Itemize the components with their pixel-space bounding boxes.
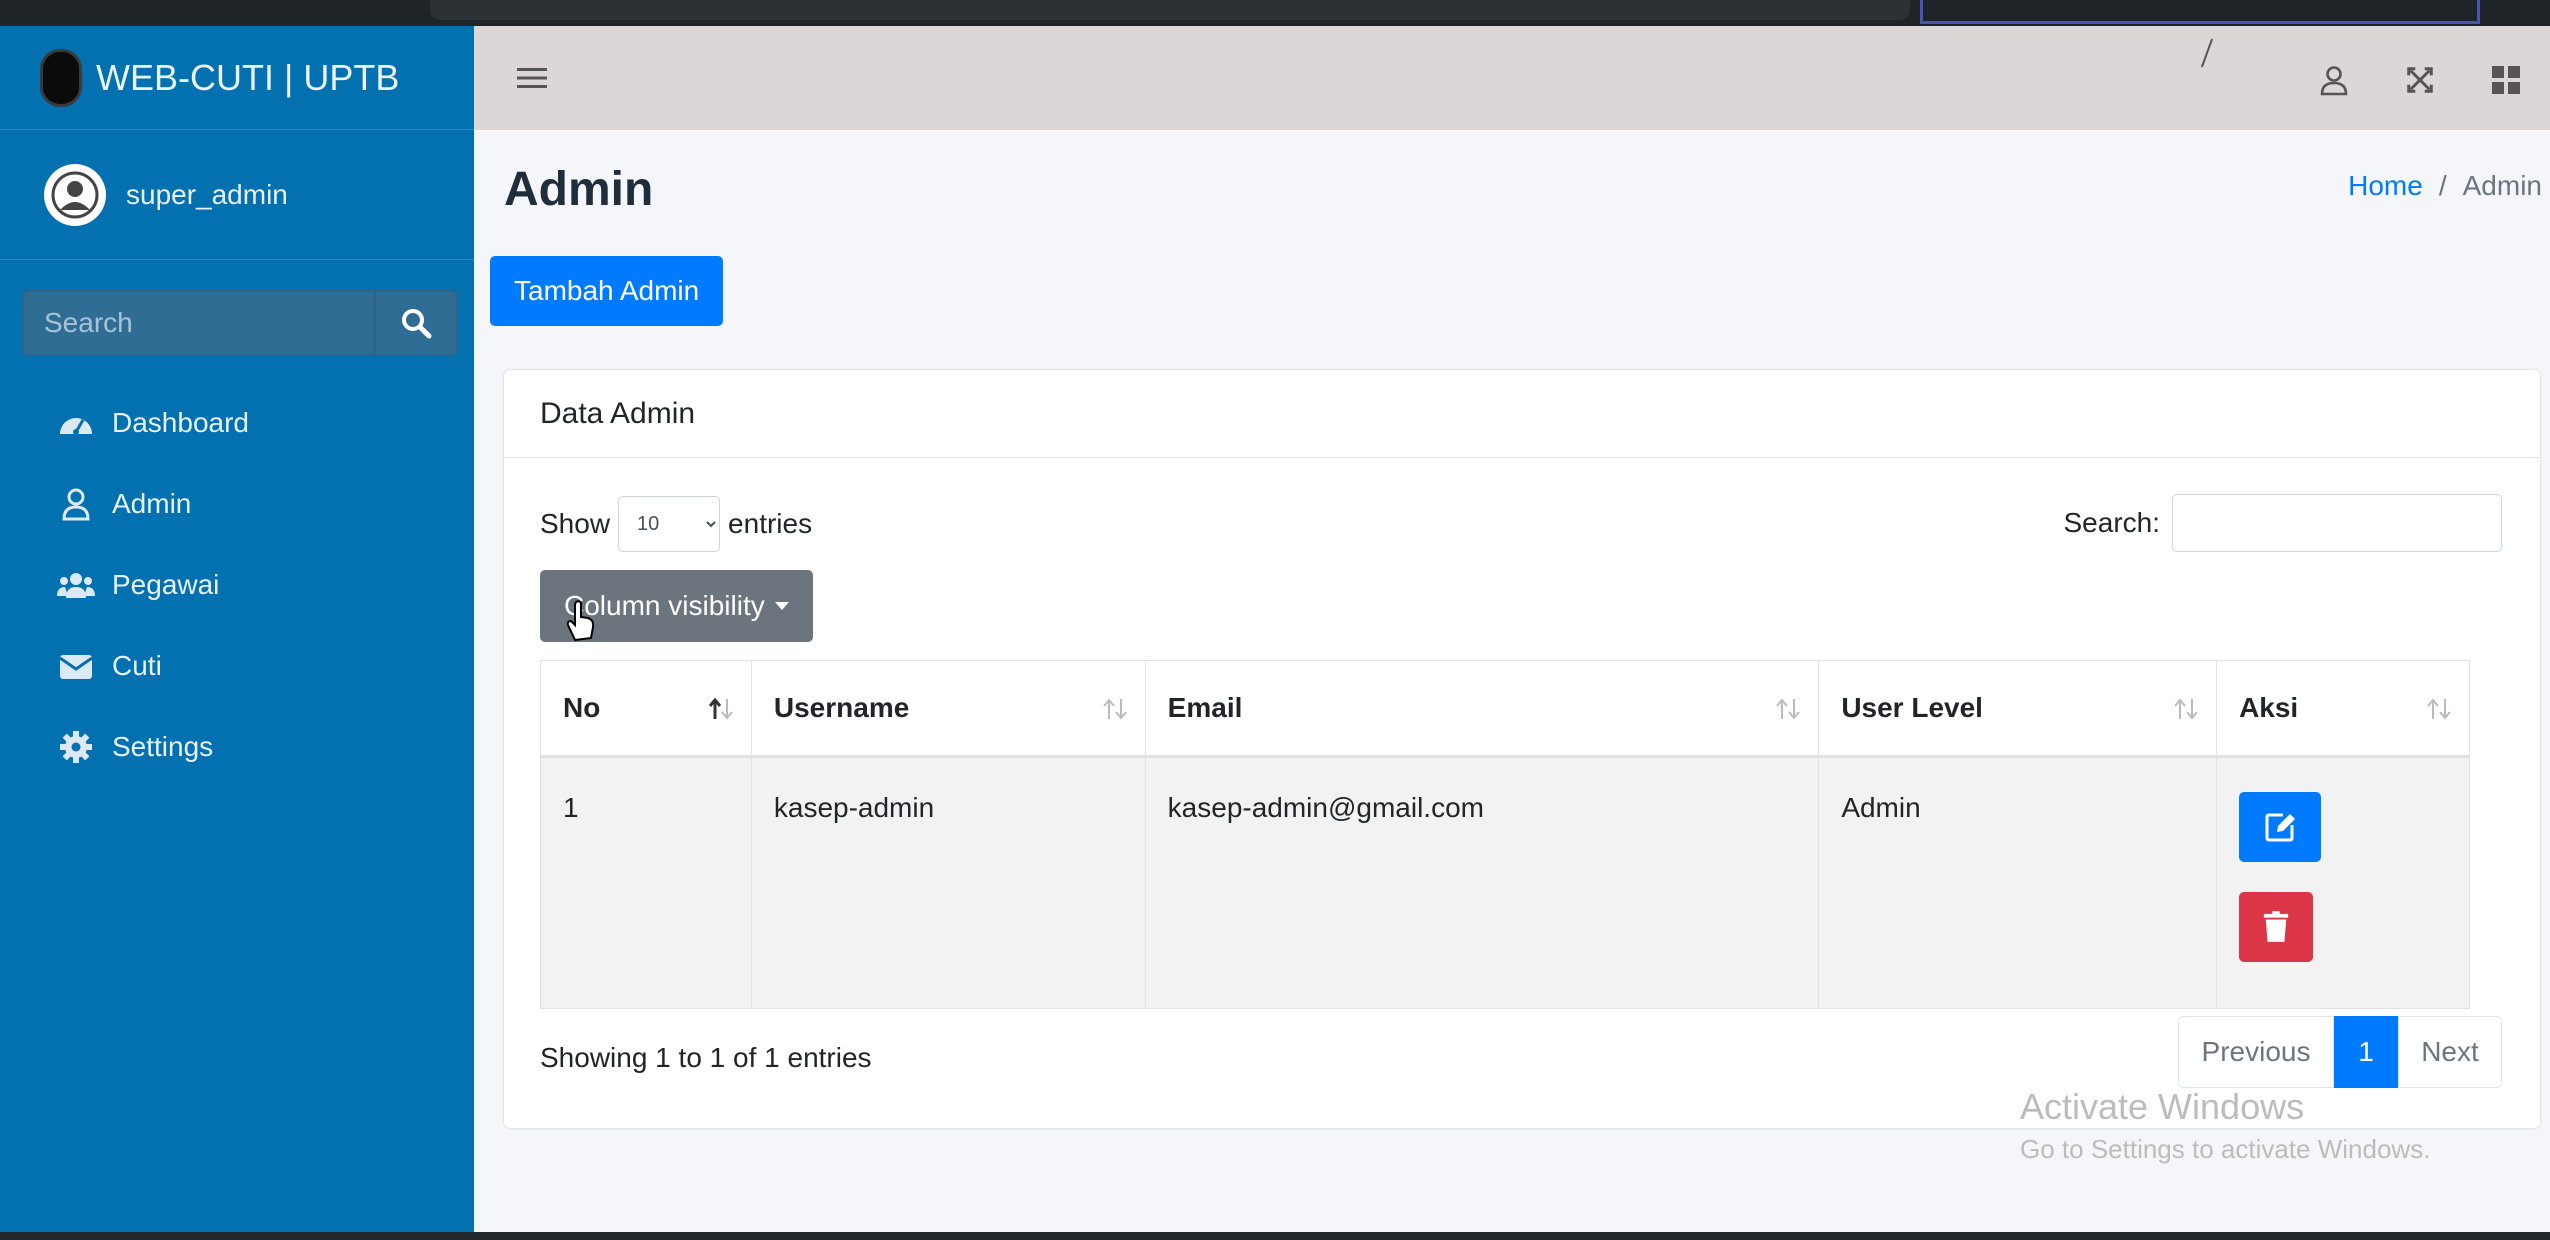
sidebar-search-button[interactable] [374,290,458,356]
brand-logo [40,48,82,107]
column-header-email[interactable]: Email [1144,660,1820,758]
search-icon [402,309,432,339]
sidebar-item-cuti[interactable]: Cuti [0,625,474,706]
brand-link[interactable]: WEB-CUTI | UPTB [0,26,474,130]
breadcrumb: Home / Admin [2348,170,2542,202]
sidebar-search [22,290,458,356]
pagination-previous[interactable]: Previous [2178,1016,2334,1088]
user-icon [62,488,90,520]
tachometer-icon [60,417,92,435]
sidebar-nav: Dashboard Admin Pegawai Cuti Settings [0,382,474,787]
pagination: Previous 1 Next [2178,1016,2502,1088]
breadcrumb-separator: / [2438,170,2447,201]
trash-icon [2263,911,2289,942]
sidebar-item-label: Admin [112,487,192,519]
sidebar-item-label: Dashboard [112,406,249,438]
browser-tab-outline [1920,0,2480,24]
column-header-no[interactable]: No [540,660,752,758]
sidebar-search-input[interactable] [22,290,374,356]
table-search-label: Search: [2063,507,2161,538]
watermark-subtitle: Go to Settings to activate Windows. [2020,1134,2431,1164]
sidebar-item-pegawai[interactable]: Pegawai [0,544,474,625]
top-navbar [474,26,2550,130]
gear-icon [60,730,92,763]
column-header-user-level[interactable]: User Level [1818,660,2218,758]
hand-pointer-cursor-icon [566,600,595,642]
entries-label: entries [728,508,813,539]
sort-ascending-icon [708,697,733,720]
user-name: super_admin [126,178,288,210]
entries-length-control: Show 10 entries [540,496,812,552]
cell-no: 1 [540,756,752,1009]
users-icon [57,572,95,598]
stray-mark [2200,38,2214,68]
caret-down-icon [774,602,789,610]
pagination-next[interactable]: Next [2398,1016,2502,1088]
entries-select[interactable]: 10 [618,496,721,552]
card-title: Data Admin [504,370,2540,458]
add-admin-button[interactable]: Tambah Admin [490,256,724,326]
user-avatar-icon [44,163,106,226]
user-panel[interactable]: super_admin [0,130,474,260]
watermark-title: Activate Windows [2020,1086,2305,1127]
breadcrumb-home-link[interactable]: Home [2348,170,2423,202]
show-label: Show [540,508,611,539]
sort-icon [1776,698,1801,720]
table-search-input[interactable] [2172,494,2502,552]
admin-table: No Username Email User Level Aksi 1 kase… [540,660,2470,1009]
sidebar-item-label: Settings [112,730,214,762]
breadcrumb-current: Admin [2462,170,2542,201]
sidebar-item-label: Cuti [112,649,162,681]
data-admin-card: Data Admin Show 10 entries Search: Colum… [504,370,2540,1128]
sidebar: WEB-CUTI | UPTB super_admin Dashboard Ad… [0,26,474,1232]
column-header-aksi[interactable]: Aksi [2216,660,2470,758]
pagination-page-1[interactable]: 1 [2334,1016,2398,1088]
sort-icon [1102,698,1127,720]
cell-actions [2216,756,2470,1009]
fullscreen-icon[interactable] [2400,60,2440,100]
delete-button[interactable] [2239,892,2314,962]
windows-activation-watermark: Activate Windows Go to Settings to activ… [2020,1086,2430,1165]
table-row: 1 kasep-admin kasep-admin@gmail.com Admi… [540,756,2470,1009]
cell-username: kasep-admin [750,756,1146,1009]
sort-icon [2427,698,2451,720]
sidebar-item-label: Pegawai [112,568,220,600]
control-sidebar-grid-icon[interactable] [2486,60,2526,100]
column-header-username[interactable]: Username [750,660,1146,758]
taskbar [0,1232,2550,1240]
hamburger-menu-icon[interactable] [514,60,550,96]
sort-icon [2174,698,2198,720]
sidebar-item-admin[interactable]: Admin [0,463,474,544]
user-icon[interactable] [2314,60,2354,100]
browser-address-bar[interactable] [430,0,1910,20]
table-info: Showing 1 to 1 of 1 entries [540,1042,872,1073]
sidebar-item-dashboard[interactable]: Dashboard [0,382,474,463]
content-wrapper: Admin Home / Admin Tambah Admin Data Adm… [474,130,2550,1232]
sidebar-item-settings[interactable]: Settings [0,706,474,787]
cell-email: kasep-admin@gmail.com [1144,756,1820,1009]
envelope-icon [59,654,93,679]
brand-title: WEB-CUTI | UPTB [96,56,400,98]
table-header-row: No Username Email User Level Aksi [540,660,2470,758]
cell-user-level: Admin [1818,756,2218,1009]
browser-chrome [0,0,2550,26]
edit-icon [2265,813,2296,842]
edit-button[interactable] [2239,792,2322,862]
page-title: Admin [504,163,654,216]
table-search: Search: [2063,494,2502,552]
